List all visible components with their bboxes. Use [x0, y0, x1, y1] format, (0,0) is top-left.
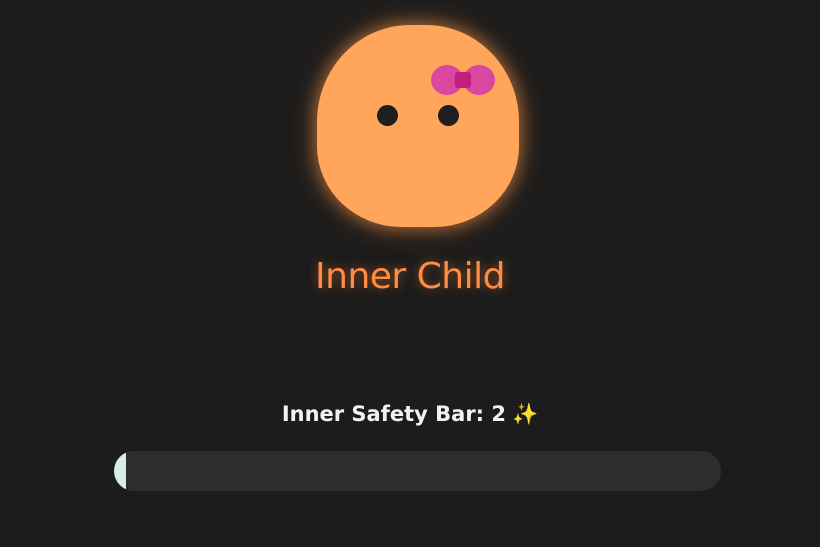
- bow-icon: [431, 65, 495, 95]
- safety-bar-label: Inner Safety Bar: 2 ✨: [0, 402, 820, 427]
- safety-progress-bar: [114, 451, 721, 491]
- inner-child-screen: Inner Child Inner Safety Bar: 2 ✨: [0, 0, 820, 547]
- inner-child-avatar[interactable]: [317, 25, 519, 227]
- right-eye: [438, 105, 459, 126]
- character-name: Inner Child: [315, 256, 505, 297]
- left-eye: [377, 105, 398, 126]
- safety-progress-fill: [114, 451, 127, 491]
- sparkle-icon: ✨: [512, 402, 539, 426]
- safety-bar-label-text: Inner Safety Bar: 2: [281, 402, 507, 426]
